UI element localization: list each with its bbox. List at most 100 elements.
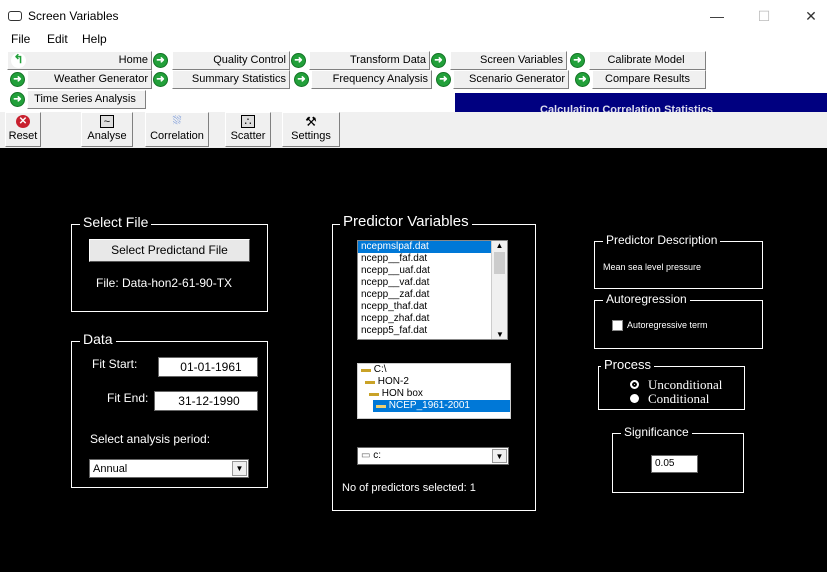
dir-item[interactable]: ▬ C:\: [358, 364, 510, 376]
maximize-button[interactable]: ☐: [741, 4, 787, 28]
settings-button[interactable]: ⚒ Settings: [282, 112, 340, 147]
predictor-variables-label: Predictor Variables: [340, 213, 472, 230]
go-arrow-icon: ➜: [575, 72, 590, 87]
nav-home[interactable]: ↰ Home: [7, 51, 152, 70]
chevron-down-icon[interactable]: ▼: [492, 449, 507, 463]
minimize-button[interactable]: —: [694, 4, 740, 28]
nav-weather-generator[interactable]: Weather Generator: [27, 70, 152, 89]
file-path-text: File: Data-hon2-61-90-TX: [96, 276, 233, 290]
app-icon: [8, 11, 22, 21]
nav-quality-control[interactable]: Quality Control: [172, 51, 290, 70]
drive-value: c:: [373, 450, 382, 461]
nav-transform-data[interactable]: Transform Data: [309, 51, 430, 70]
folder-open-icon: ▬: [376, 400, 386, 411]
nav-home-label: Home: [118, 54, 148, 66]
dir-label: HON box: [381, 388, 423, 399]
list-item[interactable]: ncepp__faf.dat: [358, 253, 507, 265]
dir-label: HON-2: [377, 376, 409, 387]
fit-end-input[interactable]: 31-12-1990: [154, 391, 258, 411]
scroll-thumb[interactable]: [494, 252, 505, 274]
scatter-icon: ∴: [241, 115, 255, 128]
folder-icon: ▬: [365, 376, 375, 387]
data-label: Data: [80, 331, 116, 347]
go-arrow-icon: ➜: [291, 53, 306, 68]
nav-compare-results[interactable]: Compare Results: [592, 70, 706, 89]
nav-summary-statistics[interactable]: Summary Statistics: [172, 70, 290, 89]
list-item[interactable]: ncepp_zhaf.dat: [358, 313, 507, 325]
analyse-label: Analyse: [87, 130, 127, 142]
home-icon: ↰: [11, 53, 26, 68]
chevron-up-icon[interactable]: ▲: [492, 241, 507, 250]
dir-item[interactable]: ▬ HON box: [358, 388, 510, 400]
correlation-label: Correlation: [150, 130, 204, 142]
nav-time-series-analysis-label: Time Series Analysis: [34, 93, 136, 105]
reset-button[interactable]: ✕ Reset: [5, 112, 41, 147]
drive-icon: ▭: [361, 450, 371, 461]
autoregressive-term-label: Autoregressive term: [627, 320, 708, 330]
nav-quality-control-label: Quality Control: [213, 54, 286, 66]
scatter-button[interactable]: ∴ Scatter: [225, 112, 271, 147]
select-predictand-file-button[interactable]: Select Predictand File: [89, 239, 250, 262]
chevron-down-icon[interactable]: ▼: [232, 461, 247, 476]
list-item[interactable]: ncepp__vaf.dat: [358, 277, 507, 289]
fit-end-label: Fit End:: [107, 391, 149, 405]
settings-icon: ⚒: [305, 114, 317, 129]
go-arrow-icon: ➜: [10, 92, 25, 107]
analyse-button[interactable]: ~ Analyse: [81, 112, 133, 147]
nav-frequency-analysis[interactable]: Frequency Analysis: [311, 70, 432, 89]
go-arrow-icon: ➜: [436, 72, 451, 87]
settings-label: Settings: [291, 130, 331, 142]
nav-weather-generator-label: Weather Generator: [54, 73, 148, 85]
nav-compare-results-label: Compare Results: [605, 73, 690, 85]
process-label: Process: [601, 357, 654, 372]
list-item[interactable]: ncepmslpaf.dat: [358, 241, 507, 253]
close-button[interactable]: ✕: [788, 4, 827, 28]
nav-screen-variables[interactable]: Screen Variables: [450, 51, 567, 70]
nav-calibrate-model[interactable]: Calibrate Model: [589, 51, 706, 70]
go-arrow-icon: ➜: [570, 53, 585, 68]
directory-list[interactable]: ▬ C:\ ▬ HON-2 ▬ HON box ▬ NCEP_1961-2001: [357, 363, 511, 419]
autoregressive-checkbox[interactable]: [612, 320, 623, 331]
analysis-period-value: Annual: [93, 463, 128, 475]
significance-input[interactable]: 0.05: [651, 455, 698, 473]
go-arrow-icon: ➜: [153, 72, 168, 87]
dir-item[interactable]: ▬ HON-2: [358, 376, 510, 388]
chevron-down-icon[interactable]: ▼: [492, 330, 508, 339]
analysis-period-select[interactable]: Annual ▼: [89, 459, 249, 478]
unconditional-radio[interactable]: [630, 380, 639, 389]
conditional-label: Conditional: [648, 391, 710, 406]
nav-scenario-generator-label: Scenario Generator: [469, 73, 565, 85]
nav-calibrate-model-label: Calibrate Model: [607, 54, 685, 66]
go-arrow-icon: ➜: [153, 53, 168, 68]
menu-edit[interactable]: Edit: [47, 32, 68, 46]
list-item[interactable]: ncepp5_faf.dat: [358, 325, 507, 337]
dir-item[interactable]: ▬ NCEP_1961-2001: [373, 400, 510, 412]
significance-label: Significance: [621, 425, 692, 439]
predictor-list[interactable]: ncepmslpaf.dat ncepp__faf.dat ncepp__uaf…: [357, 240, 508, 340]
list-item[interactable]: ncepp__zaf.dat: [358, 289, 507, 301]
drive-select[interactable]: ▭ c: ▼: [357, 447, 509, 465]
reset-icon: ✕: [16, 115, 30, 128]
nav-screen-variables-label: Screen Variables: [480, 54, 563, 66]
correlation-button[interactable]: ⛆ Correlation: [145, 112, 209, 147]
menu-file[interactable]: File: [11, 32, 30, 46]
go-arrow-icon: ➜: [294, 72, 309, 87]
predictor-description-label: Predictor Description: [603, 233, 721, 247]
nav-time-series-analysis[interactable]: Time Series Analysis: [27, 90, 146, 109]
nav-transform-data-label: Transform Data: [349, 54, 426, 66]
nav-scenario-generator[interactable]: Scenario Generator: [453, 70, 569, 89]
menu-help[interactable]: Help: [82, 32, 107, 46]
reset-label: Reset: [8, 130, 38, 142]
conditional-radio[interactable]: [630, 394, 639, 403]
list-item[interactable]: ncepp_thaf.dat: [358, 301, 507, 313]
select-file-group: [71, 224, 268, 312]
list-scrollbar[interactable]: ▲ ▼: [491, 241, 507, 339]
folder-icon: ▬: [369, 388, 379, 399]
dir-label: NCEP_1961-2001: [388, 400, 470, 411]
list-item[interactable]: ncepp__uaf.dat: [358, 265, 507, 277]
go-arrow-icon: ➜: [10, 72, 25, 87]
fit-start-input[interactable]: 01-01-1961: [158, 357, 258, 377]
autoregression-label: Autoregression: [603, 292, 690, 306]
go-arrow-icon: ➜: [431, 53, 446, 68]
select-file-label: Select File: [80, 214, 152, 230]
